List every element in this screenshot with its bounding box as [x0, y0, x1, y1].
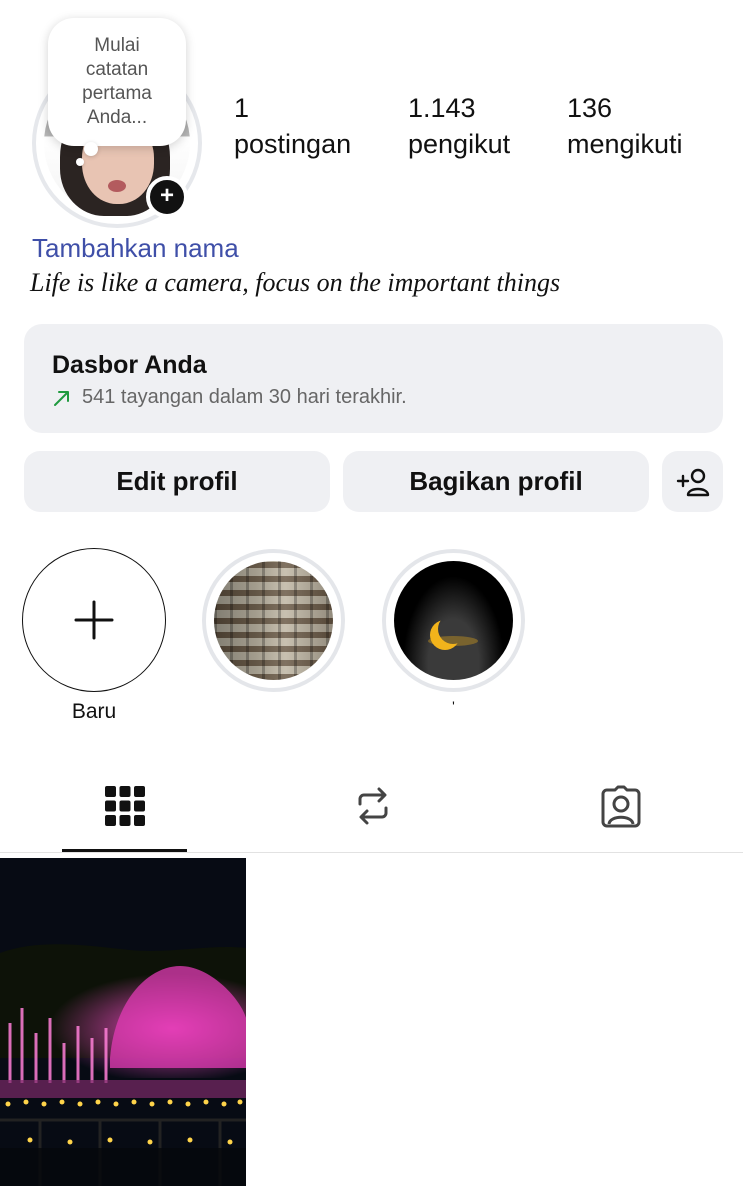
dashboard-title: Dasbor Anda [52, 351, 207, 379]
avatar-lips [108, 180, 126, 192]
dashboard-subtitle: 541 tayangan dalam 30 hari terakhir. [82, 386, 407, 408]
add-person-icon [676, 468, 709, 496]
tab-divider [0, 852, 743, 853]
stat-followers-label: pengikut [408, 129, 511, 159]
add-name-link[interactable]: Tambahkan nama [32, 233, 239, 264]
stat-following-value: 136 [567, 93, 613, 123]
edit-profile-button[interactable]: Edit profil [24, 451, 330, 512]
highlight-cover-store[interactable] [214, 561, 333, 680]
note-line: Anda... [86, 107, 148, 128]
stat-posts-label: postingan [234, 129, 352, 159]
stat-followers-value: 1.143 [408, 93, 476, 123]
moon-icon [438, 614, 468, 644]
stat-posts[interactable]: 1 postingan [234, 90, 351, 162]
reels-repost-icon[interactable] [351, 784, 395, 828]
note-line: catatan [85, 59, 149, 80]
discover-people-button[interactable] [662, 451, 723, 512]
plus-icon: + [159, 182, 174, 209]
stat-following[interactable]: 136 mengikuti [567, 90, 683, 162]
plus-icon [74, 600, 114, 640]
tagged-person-icon[interactable] [599, 784, 643, 828]
share-profile-button[interactable]: Bagikan profil [343, 451, 649, 512]
note-line: Mulai [94, 35, 140, 56]
post-thumbnail[interactable] [0, 858, 246, 1186]
note-bubble-tail-small [76, 158, 84, 166]
trend-up-icon [54, 391, 69, 406]
add-story-button[interactable]: + [146, 176, 188, 218]
highlight-label-new: Baru [71, 700, 117, 723]
grid-icon[interactable] [103, 784, 147, 828]
bio-text: Life is like a camera, focus on the impo… [30, 268, 561, 297]
stat-followers[interactable]: 1.143 pengikut [408, 90, 510, 162]
post-image-fountain [0, 858, 246, 1186]
stat-following-label: mengikuti [567, 129, 683, 159]
stat-posts-value: 1 [234, 93, 250, 123]
new-highlight-button[interactable] [22, 548, 166, 692]
note-line: pertama [82, 83, 152, 104]
note-bubble[interactable]: Mulai catatan pertama Anda... [48, 18, 186, 146]
note-bubble-tail [84, 142, 98, 156]
highlight-label: ' [452, 698, 455, 714]
